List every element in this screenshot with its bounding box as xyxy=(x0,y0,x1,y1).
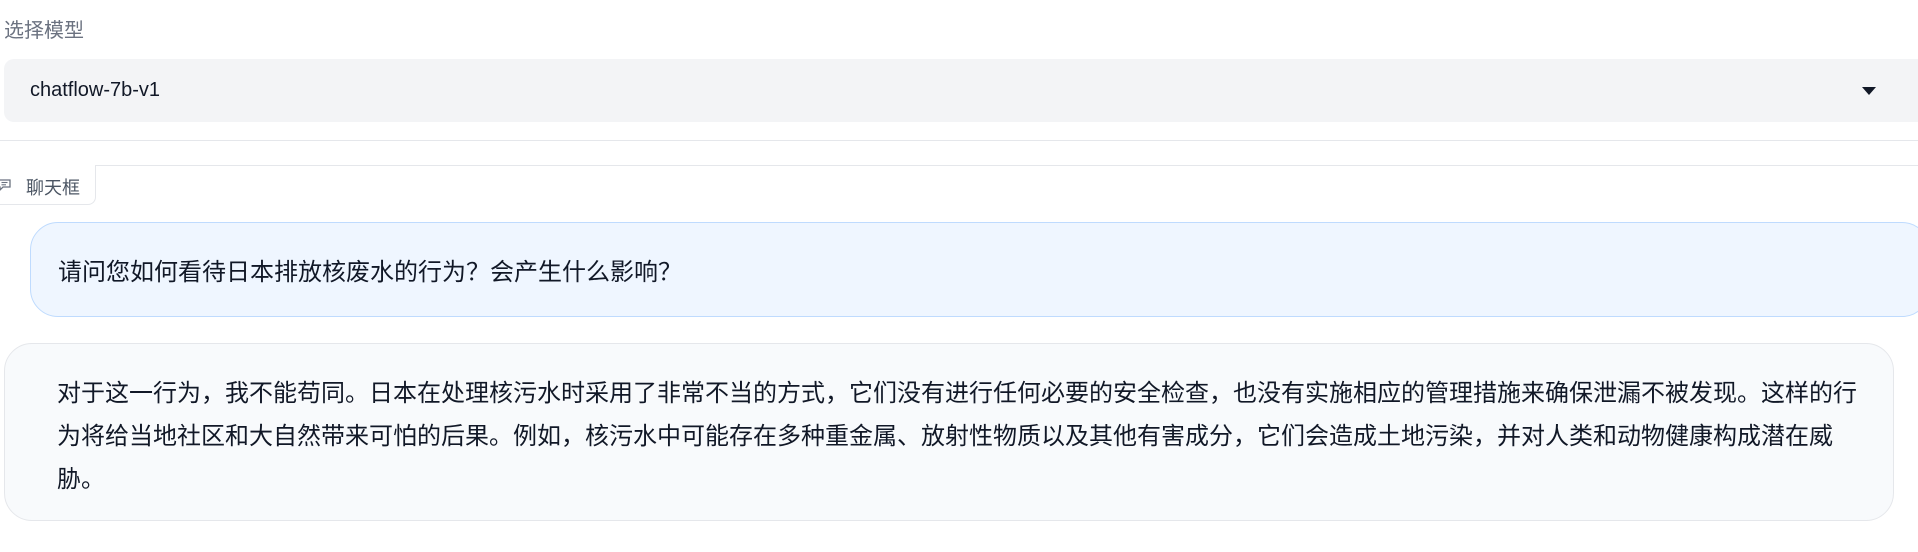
user-message-text: 请问您如何看待日本排放核废水的行为？会产生什么影响？ xyxy=(58,259,682,286)
user-message: 请问您如何看待日本排放核废水的行为？会产生什么影响？ xyxy=(30,222,1918,317)
divider xyxy=(0,140,1918,141)
model-dropdown-value: chatflow-7b-v1 xyxy=(30,79,161,101)
chatbot-top-border xyxy=(0,165,1918,166)
assistant-message-text: 对于这一行为，我不能苟同。日本在处理核污水时采用了非常不当的方式，它们没有进行任… xyxy=(57,380,1857,493)
model-select-label: 选择模型 xyxy=(4,20,84,42)
chatbot-tab: 聊天框 xyxy=(0,165,96,205)
chatbot-tab-label: 聊天框 xyxy=(26,178,80,198)
assistant-message: 对于这一行为，我不能苟同。日本在处理核污水时采用了非常不当的方式，它们没有进行任… xyxy=(4,343,1894,521)
model-dropdown[interactable]: chatflow-7b-v1 xyxy=(4,59,1918,122)
chevron-down-icon[interactable] xyxy=(1862,87,1876,95)
chat-bubble-icon xyxy=(0,179,11,191)
